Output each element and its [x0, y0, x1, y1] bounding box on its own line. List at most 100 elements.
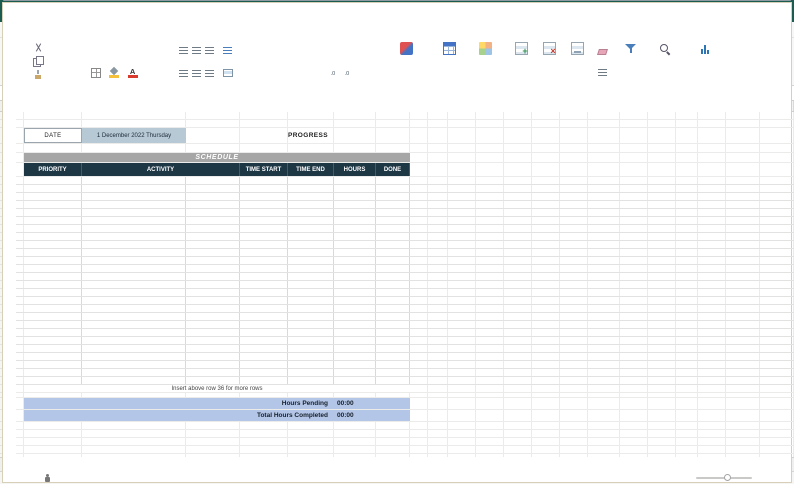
cell[interactable]	[82, 217, 186, 224]
cell[interactable]	[334, 241, 376, 248]
sheet-row-10[interactable]	[16, 177, 794, 185]
cell[interactable]	[334, 265, 376, 272]
cell[interactable]	[560, 185, 588, 192]
cell[interactable]	[448, 217, 476, 224]
cell[interactable]	[376, 321, 410, 328]
cell[interactable]	[676, 313, 698, 320]
cell[interactable]	[24, 454, 82, 457]
cell[interactable]	[620, 144, 648, 152]
cell[interactable]	[410, 353, 428, 360]
cell[interactable]	[588, 201, 620, 208]
cell[interactable]	[648, 369, 676, 376]
cell[interactable]	[334, 201, 376, 208]
cell[interactable]	[532, 144, 560, 152]
cell[interactable]	[676, 297, 698, 304]
cell[interactable]	[676, 193, 698, 200]
cell[interactable]	[240, 297, 288, 304]
cell[interactable]	[24, 345, 82, 352]
cell[interactable]	[560, 209, 588, 216]
cell[interactable]	[648, 233, 676, 240]
cell[interactable]	[726, 249, 760, 256]
cell[interactable]	[698, 430, 726, 437]
cell[interactable]	[532, 313, 560, 320]
cell[interactable]	[560, 297, 588, 304]
cell[interactable]	[532, 193, 560, 200]
cell[interactable]	[240, 241, 288, 248]
cell[interactable]	[240, 361, 288, 368]
cell[interactable]	[334, 209, 376, 216]
cell[interactable]	[428, 128, 448, 143]
cell[interactable]	[620, 281, 648, 288]
cell[interactable]	[648, 446, 676, 453]
cell[interactable]	[240, 273, 288, 280]
table-header-time-end[interactable]: TIME END	[288, 163, 334, 176]
cell[interactable]	[476, 369, 504, 376]
cell[interactable]	[698, 410, 726, 421]
cell[interactable]	[726, 353, 760, 360]
cell[interactable]	[726, 385, 760, 392]
cell[interactable]	[698, 438, 726, 445]
cell[interactable]	[588, 410, 620, 421]
cell[interactable]	[676, 410, 698, 421]
cell[interactable]	[620, 201, 648, 208]
cell[interactable]	[726, 112, 760, 119]
sheet-row-17[interactable]	[16, 233, 794, 241]
cell[interactable]	[476, 377, 504, 384]
cell[interactable]	[476, 128, 504, 143]
cell[interactable]	[504, 233, 532, 240]
cell[interactable]	[82, 446, 186, 453]
cell[interactable]	[24, 177, 82, 184]
cell[interactable]	[240, 313, 288, 320]
cell[interactable]	[186, 337, 240, 344]
cell[interactable]	[24, 217, 82, 224]
cell[interactable]	[588, 193, 620, 200]
cell[interactable]	[648, 398, 676, 409]
cell[interactable]	[676, 393, 698, 397]
cell[interactable]	[16, 454, 24, 457]
cell[interactable]	[334, 185, 376, 192]
cell[interactable]	[82, 454, 186, 457]
cell[interactable]	[186, 233, 240, 240]
cell[interactable]	[760, 446, 794, 453]
cell[interactable]	[532, 377, 560, 384]
cell[interactable]	[334, 120, 376, 127]
cell[interactable]	[760, 353, 794, 360]
cell[interactable]	[16, 281, 24, 288]
cell[interactable]	[476, 209, 504, 216]
cell[interactable]	[448, 353, 476, 360]
cell[interactable]	[16, 369, 24, 376]
cell[interactable]	[620, 321, 648, 328]
cell[interactable]	[760, 273, 794, 280]
cell[interactable]	[676, 398, 698, 409]
cell[interactable]	[648, 410, 676, 421]
cell[interactable]	[676, 217, 698, 224]
cell[interactable]	[504, 177, 532, 184]
cell[interactable]	[334, 233, 376, 240]
cell[interactable]	[24, 281, 82, 288]
cell[interactable]	[240, 233, 288, 240]
cell[interactable]	[186, 217, 240, 224]
cell[interactable]	[186, 201, 240, 208]
cell[interactable]	[504, 257, 532, 264]
sheet-row-6[interactable]: DATE1 December 2022 ThursdayPROGRESS	[16, 128, 794, 144]
cell[interactable]	[16, 233, 24, 240]
cell[interactable]	[504, 345, 532, 352]
cell[interactable]	[620, 265, 648, 272]
cell[interactable]	[560, 120, 588, 127]
cell[interactable]	[676, 225, 698, 232]
cell[interactable]	[620, 393, 648, 397]
cell[interactable]	[726, 217, 760, 224]
cell[interactable]	[410, 398, 428, 409]
cell[interactable]	[532, 393, 560, 397]
date-label-cell[interactable]: DATE	[24, 128, 82, 143]
schedule-title-bar[interactable]: SCHEDULE	[24, 153, 410, 162]
cell[interactable]	[16, 337, 24, 344]
cell[interactable]	[376, 201, 410, 208]
cell[interactable]	[410, 305, 428, 312]
cell[interactable]	[334, 430, 376, 437]
cell[interactable]	[410, 410, 428, 421]
cell[interactable]	[288, 217, 334, 224]
cell[interactable]	[448, 120, 476, 127]
cell[interactable]	[448, 128, 476, 143]
cell[interactable]	[760, 329, 794, 336]
